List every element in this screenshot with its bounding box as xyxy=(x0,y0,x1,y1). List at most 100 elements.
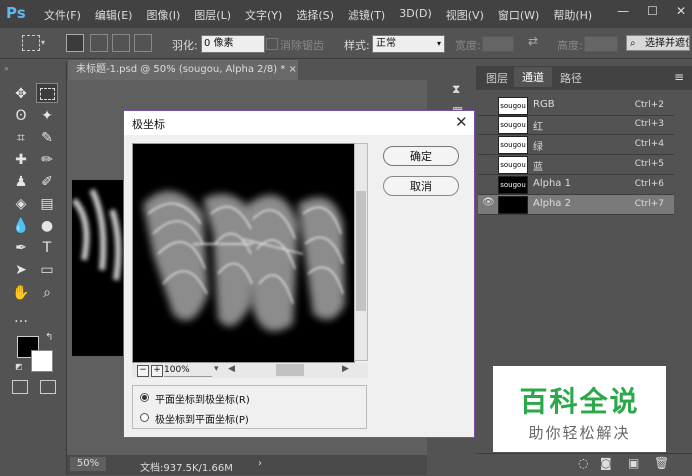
type-tool-icon[interactable]: T xyxy=(36,238,58,258)
lasso-tool-icon[interactable]: ʘ xyxy=(10,106,32,126)
menu-edit[interactable]: 编辑(E) xyxy=(89,7,141,23)
select-and-mask-button[interactable]: ⌕ 选择并遮住 xyxy=(626,35,690,51)
eye-icon[interactable]: 👁 xyxy=(482,197,495,208)
channel-row[interactable]: sougou RGB Ctrl+2 xyxy=(478,96,674,116)
menu-3d[interactable]: 3D(D) xyxy=(393,7,440,23)
trash-icon[interactable]: 🗑 xyxy=(654,456,669,470)
blur-tool-icon[interactable]: 💧 xyxy=(10,216,32,236)
preset-dropdown-icon[interactable]: ▾ xyxy=(41,38,45,47)
antialias-checkbox[interactable] xyxy=(266,38,278,50)
new-selection-button[interactable] xyxy=(66,34,84,52)
load-selection-icon[interactable]: ◌ xyxy=(578,456,588,470)
cancel-button[interactable]: 取消 xyxy=(383,176,459,196)
more-tools-icon[interactable]: … xyxy=(10,308,32,328)
vertical-scroll-thumb[interactable] xyxy=(356,191,366,311)
background-color-swatch[interactable] xyxy=(31,350,53,372)
channel-name: 红 xyxy=(533,122,543,133)
zoom-out-button[interactable]: − xyxy=(137,365,149,377)
tab-channels[interactable]: 通道 xyxy=(514,67,552,87)
menu-file[interactable]: 文件(F) xyxy=(38,7,89,23)
channel-row[interactable]: sougou 红 Ctrl+3 xyxy=(478,115,674,135)
menu-filter[interactable]: 滤镜(T) xyxy=(342,7,393,23)
width-label: 宽度: xyxy=(455,39,481,52)
chevron-down-icon[interactable]: ▾ xyxy=(214,364,219,374)
zoom-tool-icon[interactable]: ⌕ xyxy=(36,283,58,303)
marquee-preset-icon[interactable] xyxy=(22,35,40,51)
zoom-level-field[interactable]: 50% xyxy=(70,457,106,471)
tab-paths[interactable]: 路径 xyxy=(560,70,582,86)
zoom-in-button[interactable]: + xyxy=(151,365,163,377)
subtract-selection-button[interactable] xyxy=(112,34,130,52)
polar-to-rect-radio[interactable] xyxy=(140,413,149,422)
channel-row[interactable]: sougou Alpha 1 Ctrl+6 xyxy=(478,175,674,195)
move-tool-icon[interactable]: ✥ xyxy=(10,84,32,104)
eyedropper-tool-icon[interactable]: ✎ xyxy=(36,128,58,148)
menu-layer[interactable]: 图层(L) xyxy=(188,7,239,23)
scroll-right-icon[interactable]: ▶ xyxy=(342,364,349,374)
width-input[interactable] xyxy=(482,36,514,52)
close-tab-icon[interactable]: × xyxy=(289,64,297,75)
tab-layers[interactable]: 图层 xyxy=(486,70,508,86)
intersect-selection-button[interactable] xyxy=(134,34,152,52)
dodge-tool-icon[interactable]: ● xyxy=(36,216,58,236)
magic-wand-tool-icon[interactable]: ✦ xyxy=(36,106,58,126)
visibility-toggle[interactable] xyxy=(482,119,493,130)
filter-preview[interactable] xyxy=(132,143,355,363)
clone-stamp-tool-icon[interactable]: ♟ xyxy=(10,172,32,192)
history-brush-tool-icon[interactable]: ✐ xyxy=(36,172,58,192)
toolbar-collapse-icon[interactable]: » xyxy=(4,64,9,73)
menu-view[interactable]: 视图(V) xyxy=(440,7,492,23)
antialias-label: 消除锯齿 xyxy=(280,39,324,52)
swap-icon[interactable]: ⇄ xyxy=(528,34,538,48)
menu-help[interactable]: 帮助(H) xyxy=(547,7,600,23)
channel-row[interactable]: sougou 绿 Ctrl+4 xyxy=(478,135,674,155)
status-menu-arrow[interactable]: › xyxy=(258,458,262,469)
style-select[interactable]: 正常 ▾ xyxy=(372,35,445,53)
visibility-toggle[interactable] xyxy=(482,139,493,150)
screen-mode-icon[interactable] xyxy=(40,380,56,394)
rect-to-polar-radio[interactable] xyxy=(140,393,149,402)
add-selection-button[interactable] xyxy=(90,34,108,52)
new-channel-icon[interactable]: ▣ xyxy=(628,456,639,470)
channel-name: RGB xyxy=(533,99,555,110)
close-window-button[interactable]: ✕ xyxy=(676,4,686,18)
document-canvas[interactable] xyxy=(72,180,124,356)
visibility-toggle[interactable] xyxy=(482,159,493,170)
path-selection-tool-icon[interactable]: ➤ xyxy=(10,260,32,280)
menu-type[interactable]: 文字(Y) xyxy=(239,7,290,23)
minimize-button[interactable]: — xyxy=(617,4,629,18)
default-colors-icon[interactable]: ◩ xyxy=(15,362,23,371)
gradient-tool-icon[interactable]: ▤ xyxy=(36,194,58,214)
history-panel-icon[interactable]: ⧗ xyxy=(452,82,460,97)
dialog-close-icon[interactable]: ✕ xyxy=(455,113,468,131)
rectangle-tool-icon[interactable]: ▭ xyxy=(36,260,58,280)
panel-menu-icon[interactable]: ≡ xyxy=(674,70,684,84)
visibility-toggle[interactable] xyxy=(482,100,493,111)
visibility-toggle[interactable] xyxy=(482,179,493,190)
canvas-artwork xyxy=(72,188,122,281)
marquee-tool-icon[interactable] xyxy=(36,83,58,103)
rect-to-polar-label[interactable]: 平面坐标到极坐标(R) xyxy=(155,391,250,406)
swap-colors-icon[interactable]: ↰ xyxy=(45,332,53,343)
menu-image[interactable]: 图像(I) xyxy=(140,7,188,23)
hand-tool-icon[interactable]: ✋ xyxy=(10,283,32,303)
quick-mask-icon[interactable] xyxy=(12,380,28,394)
menu-window[interactable]: 窗口(W) xyxy=(492,7,547,23)
polar-to-rect-label[interactable]: 极坐标到平面坐标(P) xyxy=(155,411,249,426)
pen-tool-icon[interactable]: ✒ xyxy=(10,238,32,258)
scroll-left-icon[interactable]: ◀ xyxy=(228,364,235,374)
document-tab[interactable]: 未标题-1.psd @ 50% (sougou, Alpha 2/8) * × xyxy=(68,60,298,80)
channel-row[interactable]: 👁 Alpha 2 Ctrl+7 xyxy=(478,195,674,215)
menu-select[interactable]: 选择(S) xyxy=(290,7,342,23)
crop-tool-icon[interactable]: ⌗ xyxy=(10,128,32,148)
height-input[interactable] xyxy=(584,36,618,52)
horizontal-scroll-thumb[interactable] xyxy=(276,364,304,376)
healing-brush-tool-icon[interactable]: ✚ xyxy=(10,150,32,170)
channel-row[interactable]: sougou 蓝 Ctrl+5 xyxy=(478,155,674,175)
brush-tool-icon[interactable]: ✏ xyxy=(36,150,58,170)
maximize-button[interactable]: ☐ xyxy=(647,4,658,18)
feather-input[interactable]: 0 像素 xyxy=(201,35,265,53)
eraser-tool-icon[interactable]: ◈ xyxy=(10,194,32,214)
ok-button[interactable]: 确定 xyxy=(383,146,459,166)
save-selection-icon[interactable]: ◙ xyxy=(600,456,612,470)
